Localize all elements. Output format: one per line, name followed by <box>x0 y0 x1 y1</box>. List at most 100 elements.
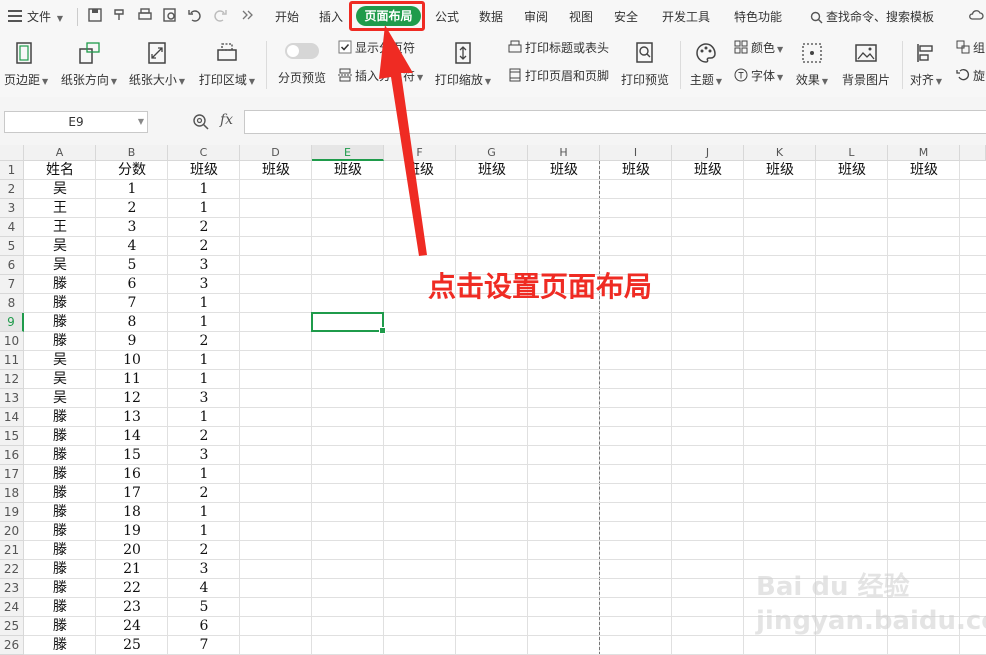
table-cell[interactable]: 17 <box>96 484 168 503</box>
table-cell[interactable]: 15 <box>96 446 168 465</box>
undo-icon[interactable] <box>187 7 203 23</box>
table-cell[interactable]: 吴 <box>24 237 96 256</box>
table-cell[interactable]: 2 <box>168 484 240 503</box>
tab-formulas[interactable]: 公式 <box>435 7 459 27</box>
paper-size-button[interactable]: 纸张大小 ▼ <box>128 41 186 88</box>
name-box[interactable]: E9 ▼ <box>4 111 148 133</box>
fill-handle[interactable] <box>379 327 386 334</box>
header-cell[interactable]: 班级 <box>600 161 672 180</box>
table-cell[interactable]: 5 <box>96 256 168 275</box>
column-header-m[interactable]: M <box>888 145 960 161</box>
table-cell[interactable]: 10 <box>96 351 168 370</box>
row-header[interactable]: 9 <box>0 313 24 332</box>
zoom-formula-icon[interactable] <box>192 113 210 131</box>
tab-data[interactable]: 数据 <box>479 7 503 27</box>
row-header[interactable]: 13 <box>0 389 24 408</box>
row-header[interactable]: 8 <box>0 294 24 313</box>
header-cell[interactable]: 分数 <box>96 161 168 180</box>
table-cell[interactable]: 吴 <box>24 180 96 199</box>
column-header-c[interactable]: C <box>168 145 240 161</box>
header-cell[interactable]: 班级 <box>888 161 960 180</box>
table-cell[interactable]: 11 <box>96 370 168 389</box>
header-cell[interactable]: 班级 <box>240 161 312 180</box>
row-header[interactable]: 14 <box>0 408 24 427</box>
selected-cell[interactable] <box>311 312 386 334</box>
tab-special-features[interactable]: 特色功能 <box>734 7 782 27</box>
row-header[interactable]: 3 <box>0 199 24 218</box>
tab-insert[interactable]: 插入 <box>319 7 343 27</box>
table-cell[interactable]: 1 <box>168 465 240 484</box>
table-cell[interactable]: 吴 <box>24 370 96 389</box>
table-cell[interactable]: 1 <box>168 294 240 313</box>
row-header[interactable]: 5 <box>0 237 24 256</box>
tab-developer[interactable]: 开发工具 <box>662 7 710 27</box>
table-cell[interactable]: 1 <box>168 370 240 389</box>
table-cell[interactable]: 1 <box>168 351 240 370</box>
hamburger-menu-icon[interactable] <box>8 10 22 22</box>
table-cell[interactable]: 1 <box>168 180 240 199</box>
table-cell[interactable]: 14 <box>96 427 168 446</box>
header-cell[interactable]: 班级 <box>456 161 528 180</box>
table-cell[interactable]: 滕 <box>24 408 96 427</box>
tab-home[interactable]: 开始 <box>275 7 299 27</box>
table-cell[interactable]: 3 <box>168 560 240 579</box>
table-cell[interactable]: 20 <box>96 541 168 560</box>
print-icon[interactable] <box>137 7 153 23</box>
redo-icon[interactable] <box>212 7 228 23</box>
tab-view[interactable]: 视图 <box>569 7 593 27</box>
print-preview-icon[interactable] <box>162 7 178 23</box>
background-image-button[interactable]: 背景图片 <box>840 41 892 88</box>
table-cell[interactable]: 滕 <box>24 579 96 598</box>
print-preview-button[interactable]: 打印预览 <box>620 41 670 88</box>
table-cell[interactable]: 6 <box>96 275 168 294</box>
column-header-g[interactable]: G <box>456 145 528 161</box>
table-cell[interactable]: 1 <box>168 313 240 332</box>
table-cell[interactable]: 2 <box>168 237 240 256</box>
row-header[interactable]: 7 <box>0 275 24 294</box>
table-cell[interactable]: 1 <box>168 408 240 427</box>
table-cell[interactable]: 滕 <box>24 313 96 332</box>
table-cell[interactable]: 2 <box>168 218 240 237</box>
table-cell[interactable]: 滕 <box>24 465 96 484</box>
format-painter-icon[interactable] <box>112 7 128 23</box>
column-header-b[interactable]: B <box>96 145 168 161</box>
table-cell[interactable]: 25 <box>96 636 168 655</box>
table-cell[interactable]: 3 <box>168 389 240 408</box>
print-header-footer-button[interactable]: 打印页眉和页脚 <box>508 67 609 85</box>
table-cell[interactable]: 18 <box>96 503 168 522</box>
select-all-corner[interactable] <box>0 145 24 161</box>
row-header[interactable]: 1 <box>0 161 24 180</box>
tab-security[interactable]: 安全 <box>614 7 638 27</box>
column-header-i[interactable]: I <box>600 145 672 161</box>
row-header[interactable]: 6 <box>0 256 24 275</box>
column-header-a[interactable]: A <box>24 145 96 161</box>
group-button[interactable]: 组 <box>956 39 985 57</box>
header-cell[interactable]: 班级 <box>816 161 888 180</box>
fonts-button[interactable]: 字体 ▼ <box>734 67 783 85</box>
row-header[interactable]: 15 <box>0 427 24 446</box>
row-header[interactable]: 23 <box>0 579 24 598</box>
rotate-button[interactable]: 旋 <box>956 67 985 85</box>
row-header[interactable]: 24 <box>0 598 24 617</box>
column-header-d[interactable]: D <box>240 145 312 161</box>
row-header[interactable]: 26 <box>0 636 24 655</box>
table-cell[interactable]: 吴 <box>24 351 96 370</box>
table-cell[interactable]: 滕 <box>24 598 96 617</box>
table-cell[interactable]: 滕 <box>24 294 96 313</box>
row-header[interactable]: 16 <box>0 446 24 465</box>
save-icon[interactable] <box>87 7 103 23</box>
fx-function-icon[interactable]: fx <box>220 112 233 128</box>
table-cell[interactable]: 8 <box>96 313 168 332</box>
header-cell[interactable]: 班级 <box>672 161 744 180</box>
header-cell[interactable]: 班级 <box>168 161 240 180</box>
row-header[interactable]: 25 <box>0 617 24 636</box>
row-header[interactable]: 17 <box>0 465 24 484</box>
column-header-l[interactable]: L <box>816 145 888 161</box>
colors-button[interactable]: 颜色 ▼ <box>734 39 783 57</box>
table-cell[interactable]: 7 <box>168 636 240 655</box>
table-cell[interactable]: 2 <box>96 199 168 218</box>
column-header-j[interactable]: J <box>672 145 744 161</box>
table-cell[interactable]: 1 <box>168 199 240 218</box>
table-cell[interactable]: 滕 <box>24 541 96 560</box>
row-header[interactable]: 4 <box>0 218 24 237</box>
